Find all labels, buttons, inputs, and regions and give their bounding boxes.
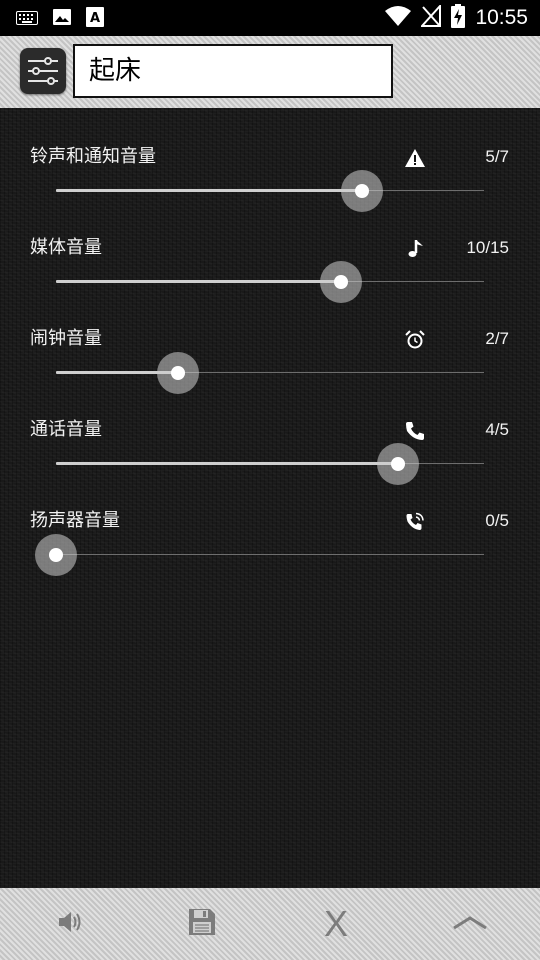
volume-label: 铃声和通知音量 — [30, 146, 156, 167]
slider-fill — [56, 280, 342, 283]
svg-text:A: A — [90, 11, 100, 26]
volume-value: 10/15 — [466, 238, 509, 257]
speakerphone-icon — [404, 511, 426, 533]
close-button[interactable]: X — [316, 904, 356, 944]
volume-label: 扬声器音量 — [30, 510, 120, 531]
save-button[interactable] — [182, 904, 222, 944]
volume-row-speaker: 扬声器音量 0/5 — [0, 509, 540, 600]
volume-row-alarm: 闹钟音量 2/7 — [0, 327, 540, 418]
collapse-up-icon — [452, 912, 488, 936]
volume-slider[interactable] — [56, 170, 484, 212]
volume-row-media: 媒体音量 10/15 — [0, 236, 540, 327]
volume-value: 2/7 — [485, 329, 509, 348]
status-bar-right: 10:55 — [385, 3, 528, 32]
volume-slider[interactable] — [56, 352, 484, 394]
warning-icon — [404, 147, 426, 169]
keyboard-icon — [16, 10, 38, 29]
bottom-toolbar: X — [0, 888, 540, 960]
status-time: 10:55 — [475, 6, 528, 29]
wifi-icon — [385, 5, 412, 31]
save-icon — [187, 907, 217, 941]
collapse-button[interactable] — [450, 904, 490, 944]
alarm-clock-icon — [404, 329, 426, 351]
volume-slider[interactable] — [35, 534, 484, 576]
slider-fill — [56, 189, 362, 192]
close-x-icon: X — [323, 903, 348, 944]
slider-thumb[interactable] — [49, 548, 63, 562]
font-icon: A — [86, 7, 104, 31]
volume-row-call: 通话音量 4/5 — [0, 418, 540, 509]
volume-icon — [55, 907, 85, 941]
volume-label: 媒体音量 — [30, 237, 102, 258]
slider-thumb[interactable] — [354, 184, 369, 198]
volume-value: 4/5 — [485, 420, 509, 439]
equalizer-sliders-icon[interactable] — [20, 48, 66, 94]
battery-charging-icon — [451, 4, 466, 32]
profile-name-field[interactable]: 起床 — [73, 44, 393, 98]
volume-list: 铃声和通知音量 5/7 媒体音量 10/15 闹钟音量 2/7 通话音量 4/5… — [0, 108, 540, 888]
music-note-icon — [404, 238, 426, 260]
volume-slider[interactable] — [56, 261, 484, 303]
status-bar-left: A — [16, 7, 104, 31]
volume-value: 0/5 — [485, 511, 509, 530]
status-bar: A 10:55 — [0, 0, 540, 36]
slider-fill — [56, 462, 399, 465]
volume-label: 闹钟音量 — [30, 328, 102, 349]
slider-track — [56, 554, 484, 555]
volume-slider[interactable] — [56, 443, 484, 485]
volume-button[interactable] — [50, 904, 90, 944]
phone-icon — [404, 420, 426, 442]
header: 起床 — [0, 36, 540, 108]
image-icon — [52, 7, 72, 31]
volume-label: 通话音量 — [30, 419, 102, 440]
no-signal-icon — [420, 3, 442, 31]
volume-value: 5/7 — [485, 147, 509, 166]
volume-row-ringtone: 铃声和通知音量 5/7 — [0, 145, 540, 236]
